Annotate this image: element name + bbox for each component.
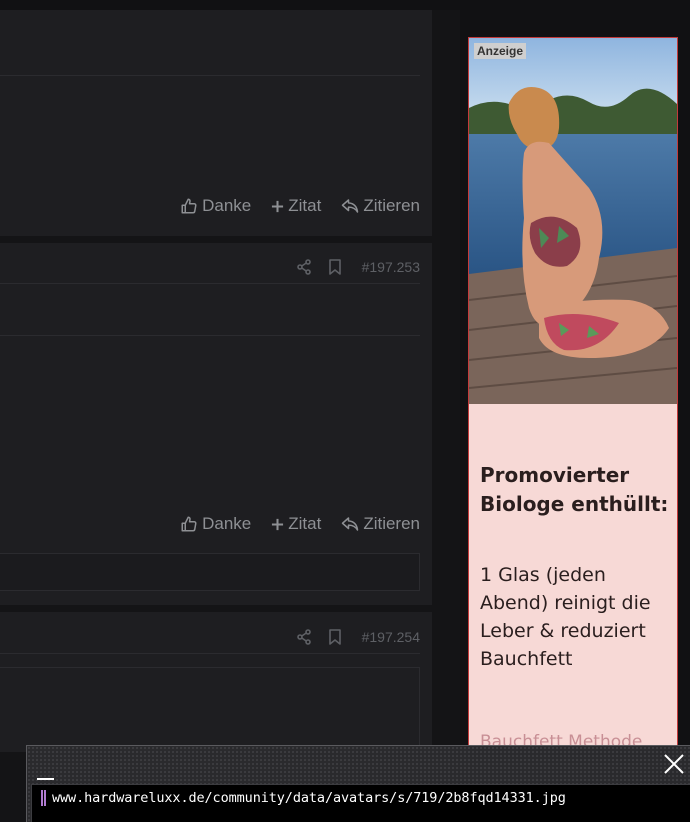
top-bar (0, 0, 690, 10)
post-1: Danke Zitat Zitieren (0, 10, 432, 236)
advertisement[interactable]: Anzeige Promovierter Biologe enthüllt: 1… (468, 37, 678, 752)
text-caret (41, 790, 46, 806)
bookmark-icon[interactable] (328, 259, 342, 275)
zitieren-button[interactable]: Zitieren (341, 514, 420, 534)
danke-button[interactable]: Danke (180, 196, 251, 216)
zitieren-button[interactable]: Zitieren (341, 196, 420, 216)
divider (0, 335, 420, 336)
thumbs-up-icon (180, 515, 198, 533)
divider (0, 75, 420, 76)
thumbs-up-icon (180, 197, 198, 215)
post-actions: Danke Zitat Zitieren (0, 194, 420, 218)
zitat-label: Zitat (288, 514, 322, 533)
bookmark-icon[interactable] (328, 629, 342, 645)
plus-icon (271, 200, 284, 213)
reply-icon (341, 516, 359, 532)
danke-label: Danke (202, 196, 252, 215)
close-icon[interactable] (662, 752, 686, 776)
share-icon[interactable] (296, 259, 312, 275)
zitat-button[interactable]: Zitat (271, 514, 321, 534)
danke-label: Danke (202, 514, 252, 533)
post-2: #197.253 Danke Zitat Zitieren (0, 243, 432, 605)
plus-icon (271, 518, 284, 531)
url-status-bar: www.hardwareluxx.de/community/data/avata… (26, 745, 690, 822)
post-3: #197.254 (0, 612, 432, 752)
share-icon[interactable] (296, 629, 312, 645)
url-field[interactable]: www.hardwareluxx.de/community/data/avata… (31, 784, 690, 822)
divider (0, 653, 420, 654)
post-number-link[interactable]: #197.253 (362, 259, 420, 275)
reply-icon (341, 198, 359, 214)
reactions-bar (0, 553, 420, 591)
zitieren-label: Zitieren (363, 514, 420, 533)
url-text: www.hardwareluxx.de/community/data/avata… (52, 790, 566, 806)
divider (0, 283, 420, 284)
zitieren-label: Zitieren (363, 196, 420, 215)
post-meta: #197.253 (0, 256, 420, 278)
minimize-icon[interactable] (35, 756, 55, 780)
ad-label: Anzeige (474, 43, 527, 59)
post-actions: Danke Zitat Zitieren (0, 512, 420, 536)
ad-body: 1 Glas (jeden Abend) reinigt die Leber &… (480, 564, 651, 670)
post-number-link[interactable]: #197.254 (362, 629, 420, 645)
zitat-button[interactable]: Zitat (271, 196, 321, 216)
post-content-box (0, 667, 420, 747)
post-meta: #197.254 (0, 626, 420, 648)
ad-headline: Promovierter Biologe enthüllt: (480, 463, 669, 516)
danke-button[interactable]: Danke (180, 514, 251, 534)
zitat-label: Zitat (288, 196, 322, 215)
ad-image: Anzeige (469, 38, 677, 404)
